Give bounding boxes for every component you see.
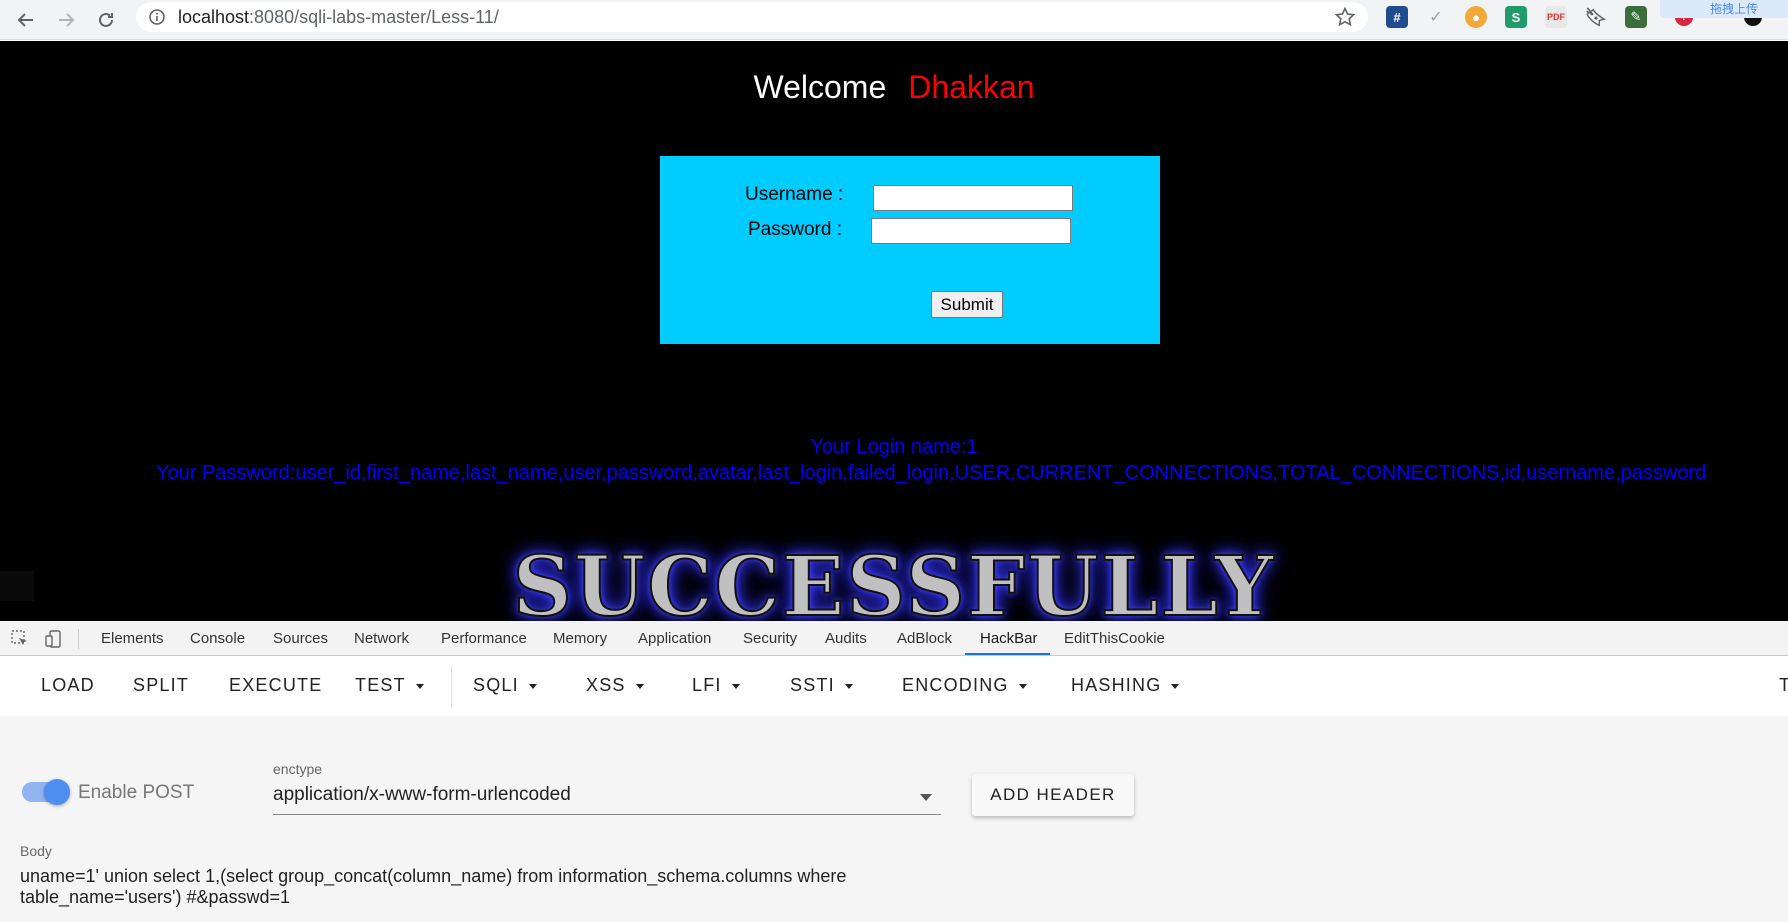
- ssti-menu-label: SSTI: [790, 675, 835, 695]
- hackbar-menu: LOAD SPLIT EXECUTE TEST SQLI XSS LFI SST…: [0, 656, 1788, 716]
- lfi-menu-label: LFI: [692, 675, 722, 695]
- enctype-underline: [273, 814, 941, 815]
- pencil-extension-icon[interactable]: ✎: [1625, 6, 1647, 28]
- overflow-menu-item[interactable]: T: [1779, 675, 1788, 696]
- ssti-menu[interactable]: SSTI: [790, 675, 853, 696]
- hashing-menu[interactable]: HASHING: [1071, 675, 1180, 696]
- body-label: Body: [20, 843, 52, 859]
- caret-down-icon: [635, 683, 644, 689]
- caret-down-icon: [415, 683, 424, 689]
- welcome-text: Welcome: [753, 69, 887, 105]
- tab-audits[interactable]: Audits: [825, 630, 867, 647]
- submit-button[interactable]: Submit: [931, 291, 1003, 318]
- hackbar-body: Enable POST enctype application/x-www-fo…: [0, 716, 1788, 922]
- reload-button[interactable]: [92, 6, 120, 34]
- test-menu-label: TEST: [355, 675, 406, 695]
- password-result: Your Password:user_id,first_name,last_na…: [156, 462, 1707, 484]
- active-tab-indicator: [965, 653, 1050, 655]
- tab-console[interactable]: Console: [190, 630, 245, 647]
- fox-extension-icon[interactable]: ●: [1465, 6, 1487, 28]
- info-icon[interactable]: [148, 8, 166, 26]
- toggle-knob[interactable]: [44, 779, 70, 805]
- caret-down-icon: [844, 683, 853, 689]
- username-input[interactable]: [873, 185, 1073, 211]
- caret-down-icon: [528, 683, 537, 689]
- arrow-right-icon: [59, 13, 75, 27]
- menu-separator: [451, 666, 452, 708]
- caret-down-icon: [1171, 683, 1180, 689]
- sqli-menu[interactable]: SQLI: [473, 675, 537, 696]
- corner-mark: [0, 571, 34, 601]
- forward-button[interactable]: [52, 6, 80, 34]
- url-text[interactable]: localhost:8080/sqli-labs-master/Less-11/: [178, 7, 499, 28]
- login-form: Username : Password : Submit: [660, 156, 1160, 344]
- tab-security[interactable]: Security: [743, 630, 797, 647]
- enctype-label: enctype: [273, 761, 323, 777]
- chevron-down-icon[interactable]: [920, 794, 932, 801]
- device-toggle-icon[interactable]: [44, 629, 64, 649]
- devtools-tabbar: Elements Console Sources Network Perform…: [0, 621, 1788, 656]
- back-button[interactable]: [12, 6, 40, 34]
- tab-adblock[interactable]: AdBlock: [897, 630, 952, 647]
- tab-sources[interactable]: Sources: [273, 630, 328, 647]
- xss-menu-label: XSS: [586, 675, 626, 695]
- xss-menu[interactable]: XSS: [586, 675, 644, 696]
- tab-hackbar[interactable]: HackBar: [980, 630, 1038, 647]
- upload-extension-label: 拖拽上传: [1710, 2, 1759, 16]
- test-menu[interactable]: TEST: [355, 675, 424, 696]
- encoding-menu-label: ENCODING: [902, 675, 1009, 695]
- username-label: Username :: [745, 184, 844, 205]
- password-input[interactable]: [871, 218, 1071, 244]
- success-banner: SUCCESSFULLY: [0, 539, 1788, 621]
- success-text: SUCCESSFULLY: [512, 539, 1276, 621]
- tab-network[interactable]: Network: [354, 630, 409, 647]
- add-header-button[interactable]: ADD HEADER: [972, 774, 1134, 816]
- body-textarea[interactable]: uname=1' union select 1,(select group_co…: [20, 866, 950, 908]
- inspect-element-icon[interactable]: [10, 629, 30, 649]
- welcome-name: Dhakkan: [908, 69, 1035, 105]
- hash-extension-icon[interactable]: #: [1386, 6, 1408, 28]
- tab-performance[interactable]: Performance: [441, 630, 527, 647]
- upload-extension[interactable]: 拖拽上传: [1660, 0, 1788, 18]
- s-extension-icon[interactable]: S: [1505, 6, 1527, 28]
- encoding-menu[interactable]: ENCODING: [902, 675, 1027, 696]
- sqli-menu-label: SQLI: [473, 675, 519, 695]
- login-name-result: Your Login name:1: [810, 436, 978, 458]
- tab-application[interactable]: Application: [638, 630, 711, 647]
- tab-memory[interactable]: Memory: [553, 630, 607, 647]
- caret-down-icon: [731, 683, 740, 689]
- execute-button[interactable]: EXECUTE: [229, 675, 322, 696]
- welcome-heading: Welcome Dhakkan: [0, 69, 1788, 106]
- browser-toolbar: localhost:8080/sqli-labs-master/Less-11/…: [0, 0, 1788, 40]
- enctype-select[interactable]: application/x-www-form-urlencoded: [273, 784, 571, 806]
- lfi-menu[interactable]: LFI: [692, 675, 740, 696]
- address-bar[interactable]: localhost:8080/sqli-labs-master/Less-11/: [136, 2, 1368, 32]
- pdf-extension-icon[interactable]: PDF: [1545, 6, 1567, 28]
- bookmark-star-icon[interactable]: [1334, 6, 1356, 28]
- hashing-menu-label: HASHING: [1071, 675, 1162, 695]
- password-label: Password :: [748, 219, 842, 240]
- tab-editthiscookie[interactable]: EditThisCookie: [1064, 630, 1165, 647]
- caret-down-icon: [1018, 683, 1027, 689]
- bookmark-extension-icon[interactable]: 🔖︎: [1585, 6, 1608, 28]
- enable-post-label: Enable POST: [78, 782, 195, 803]
- load-button[interactable]: LOAD: [41, 675, 95, 696]
- tab-elements[interactable]: Elements: [101, 630, 164, 647]
- devtools-separator: [78, 629, 79, 649]
- arrow-left-icon: [17, 13, 33, 27]
- reload-icon: [99, 12, 113, 27]
- page-viewport: Welcome Dhakkan Username : Password : Sub…: [0, 41, 1788, 621]
- split-button[interactable]: SPLIT: [133, 675, 189, 696]
- check-extension-icon[interactable]: ✓: [1425, 6, 1447, 28]
